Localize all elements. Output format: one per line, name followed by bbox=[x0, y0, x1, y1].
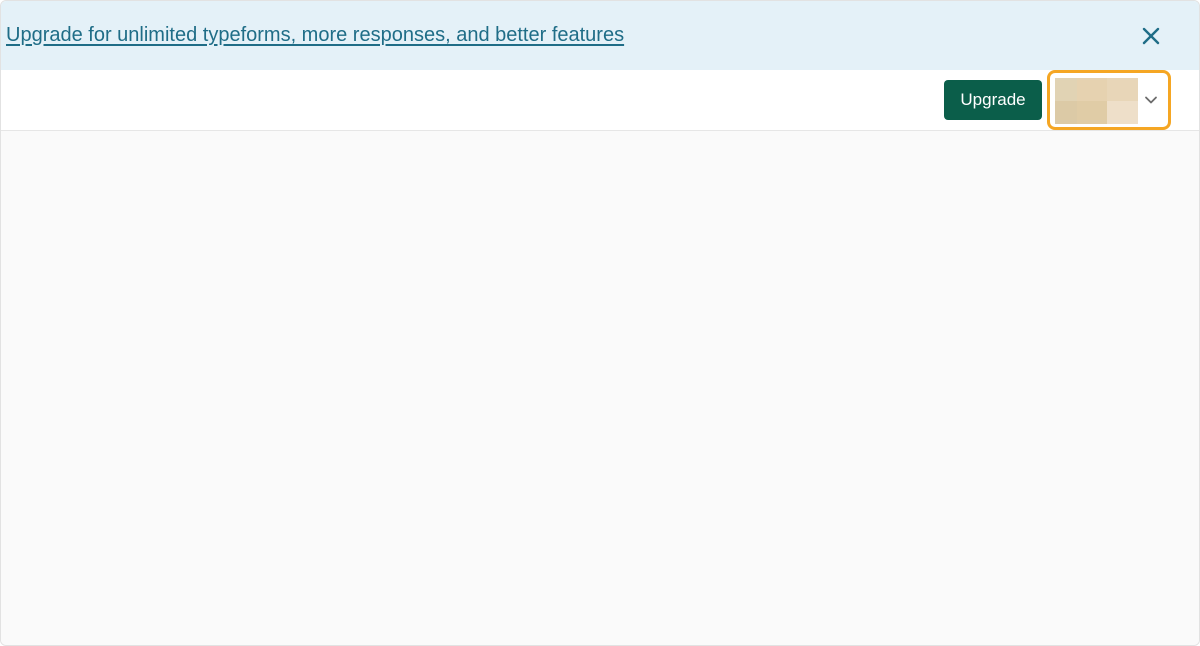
close-icon bbox=[1142, 27, 1160, 45]
chevron-down-icon bbox=[1142, 91, 1160, 109]
avatar bbox=[1055, 78, 1138, 124]
account-menu-dropdown[interactable] bbox=[1047, 70, 1171, 130]
upgrade-banner: Upgrade for unlimited typeforms, more re… bbox=[1, 1, 1199, 70]
main-content-area bbox=[1, 131, 1199, 645]
app-window: Upgrade for unlimited typeforms, more re… bbox=[0, 0, 1200, 646]
close-banner-button[interactable] bbox=[1137, 22, 1165, 50]
top-bar: Upgrade bbox=[1, 70, 1199, 131]
upgrade-banner-link[interactable]: Upgrade for unlimited typeforms, more re… bbox=[6, 24, 624, 47]
upgrade-button[interactable]: Upgrade bbox=[944, 80, 1042, 120]
